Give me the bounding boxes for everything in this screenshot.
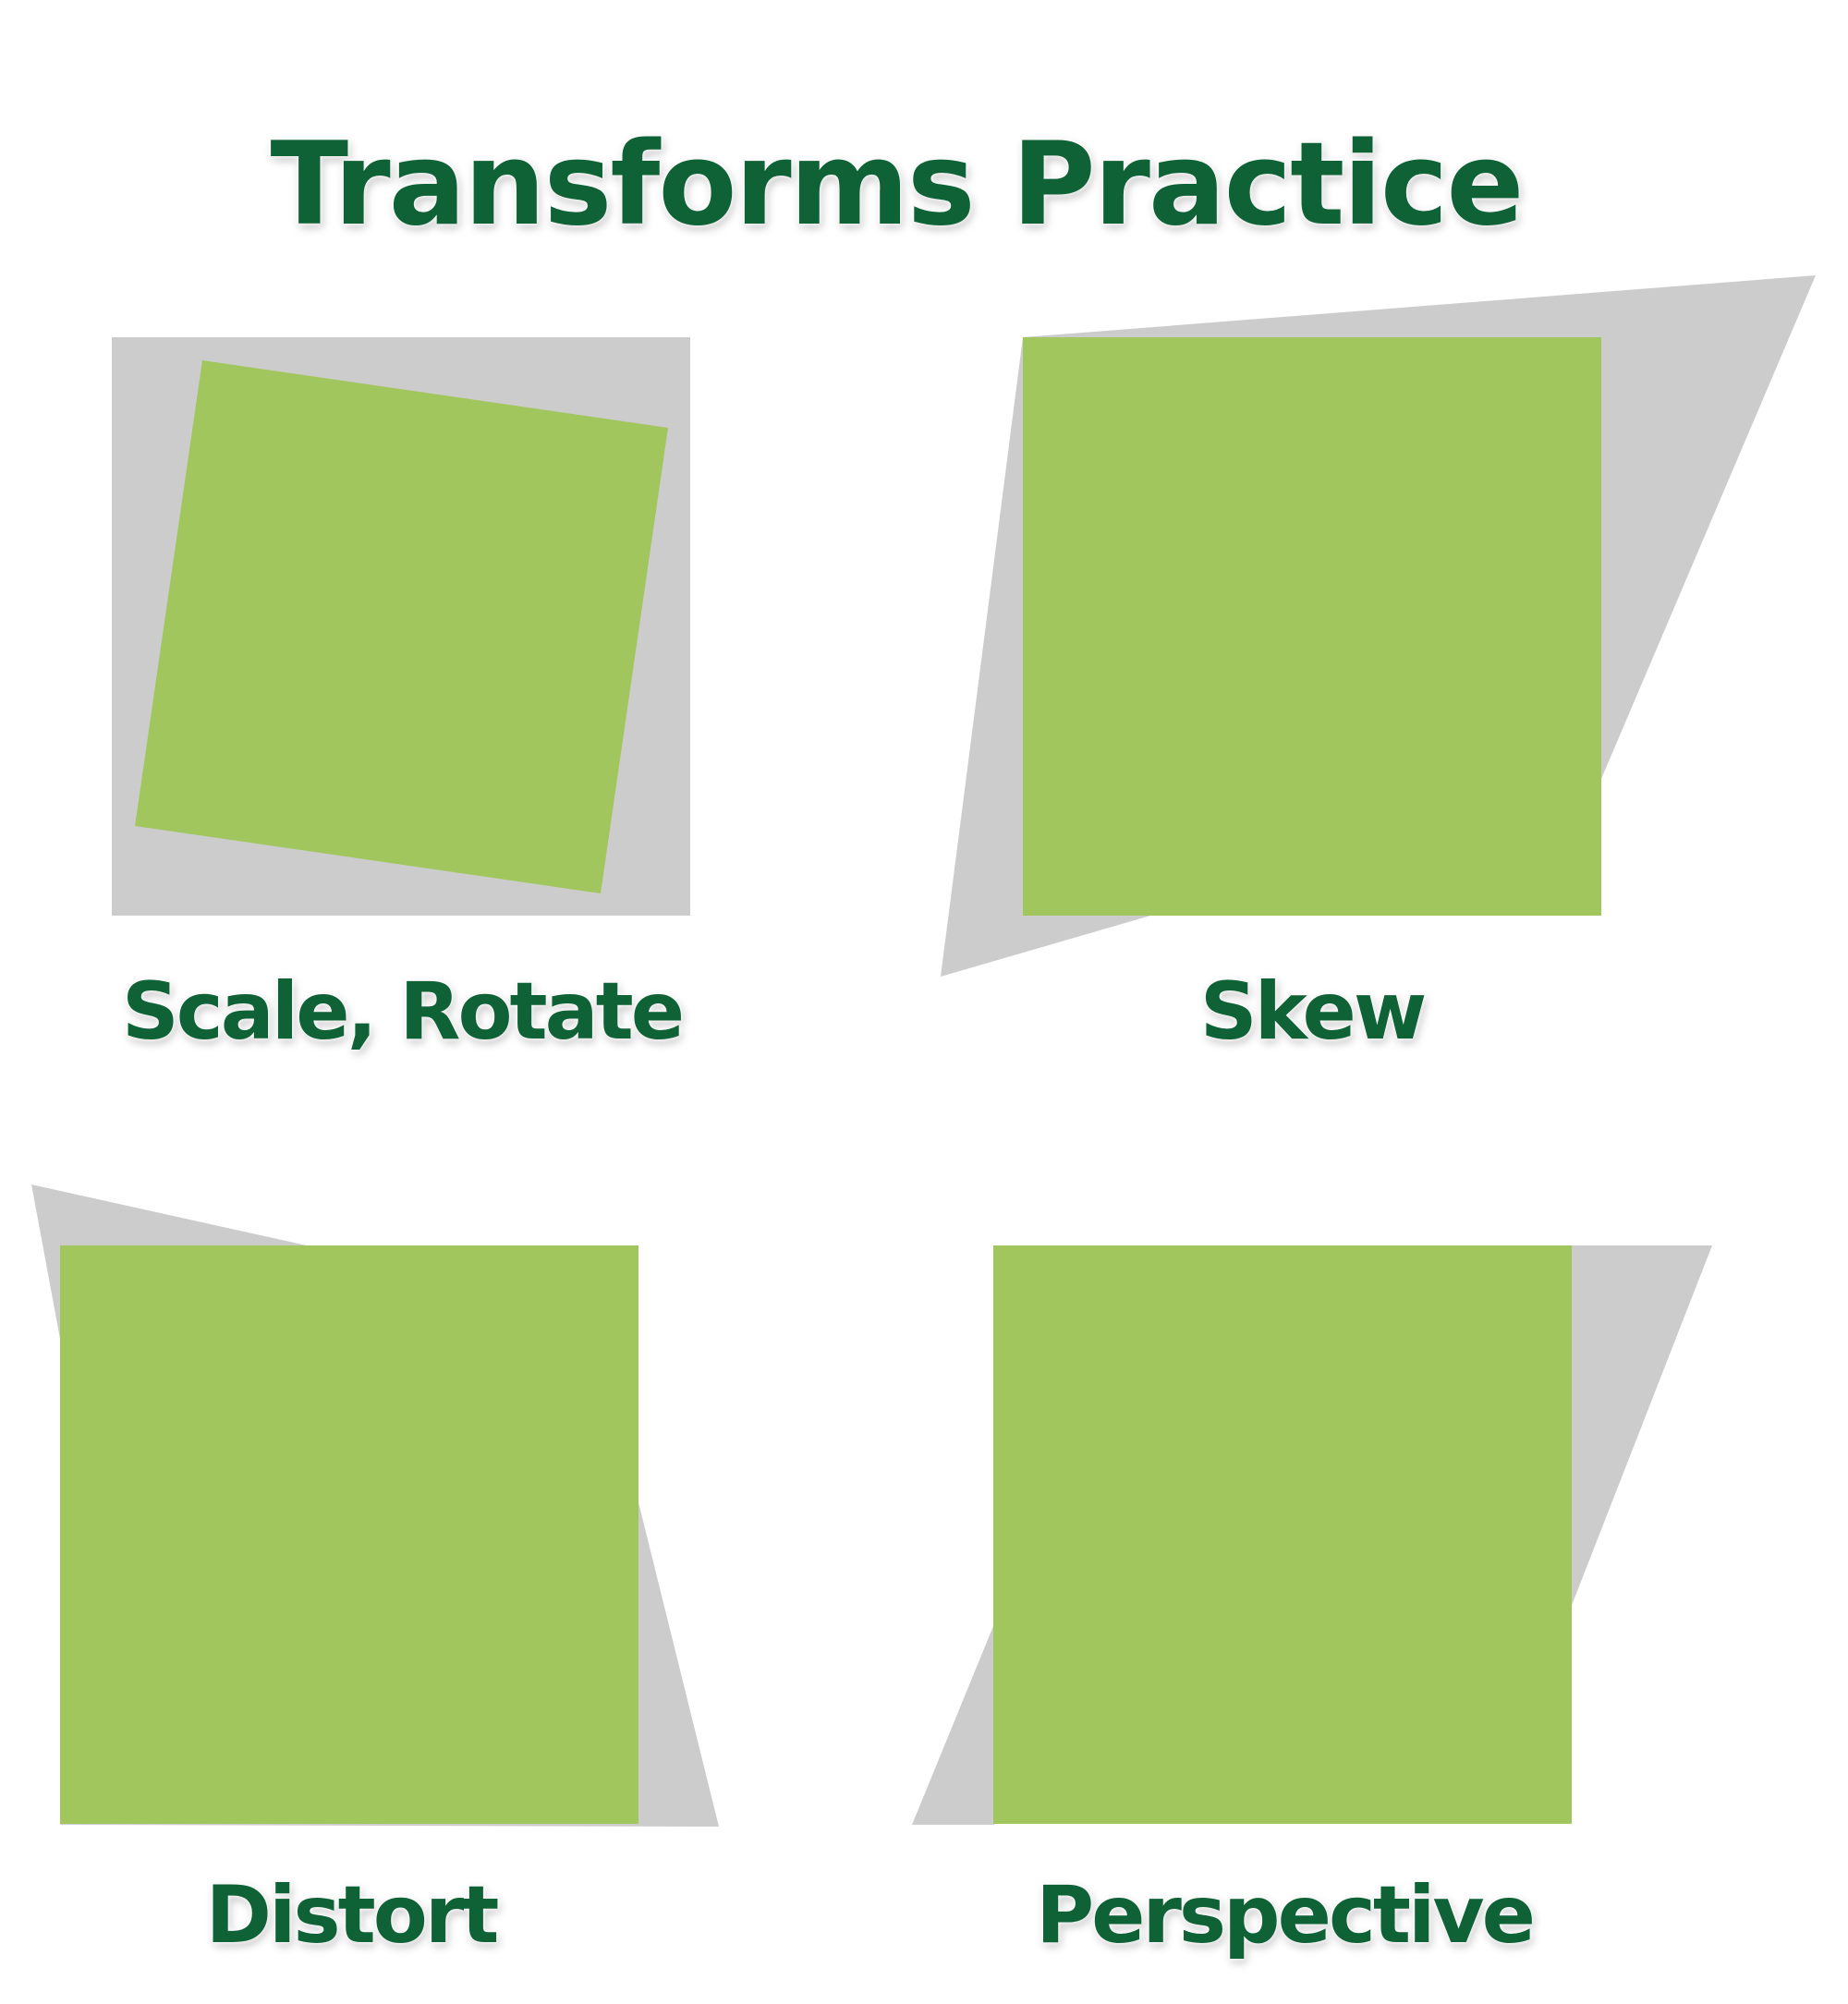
panel-scale-rotate: [112, 337, 690, 916]
label-skew: Skew: [1199, 966, 1428, 1058]
panel-distort: [31, 1184, 719, 1827]
panel-skew: [941, 275, 1816, 977]
perspective-square-shape: [993, 1245, 1572, 1824]
label-perspective: Perspective: [1036, 1869, 1536, 1961]
panel-perspective: [912, 1245, 1712, 1825]
rotated-square-shape: [135, 360, 668, 893]
label-scale-rotate: Scale, Rotate: [121, 966, 685, 1058]
label-distort: Distort: [205, 1869, 500, 1961]
skew-square-shape: [1023, 337, 1601, 916]
distort-square-shape: [60, 1245, 638, 1824]
